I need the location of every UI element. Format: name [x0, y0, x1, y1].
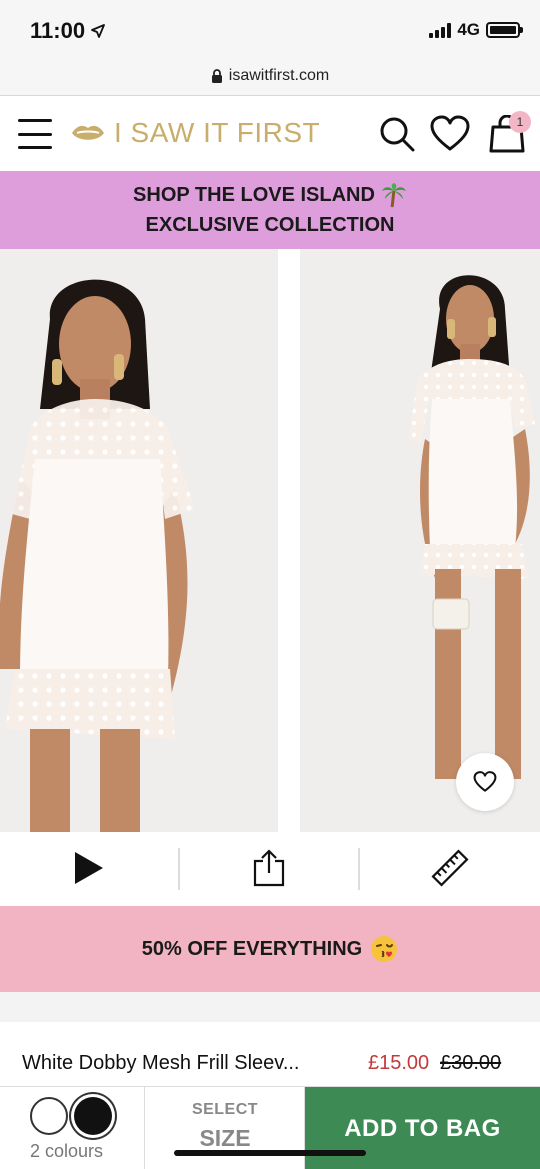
status-time: 11:00 — [30, 18, 105, 44]
colour-selector[interactable]: 2 colours — [0, 1087, 145, 1169]
search-icon[interactable] — [378, 115, 416, 153]
bag-count-badge: 1 — [509, 111, 531, 133]
kiss-emoji-icon — [371, 936, 398, 962]
size-selector-label-bottom: SIZE — [199, 1125, 251, 1151]
colour-swatch-white[interactable] — [30, 1097, 68, 1135]
sale-price: £15.00 — [368, 1052, 430, 1074]
ruler-icon — [431, 849, 469, 887]
model-front-illustration — [0, 249, 278, 832]
bag-button[interactable]: 1 — [489, 111, 531, 153]
media-toolbar — [0, 832, 540, 904]
promo-line-1: SHOP THE LOVE ISLAND — [133, 180, 407, 210]
original-price: £30.00 — [440, 1052, 502, 1074]
address-bar[interactable]: isawitfirst.com — [0, 56, 540, 96]
bottom-action-bar: 2 colours SELECT SIZE ADD TO BAG — [0, 1086, 540, 1169]
logo[interactable]: I SAW IT FIRST — [70, 117, 320, 149]
add-to-bag-button[interactable]: ADD TO BAG — [305, 1087, 540, 1169]
lock-icon — [211, 68, 222, 83]
clock: 11:00 — [30, 18, 86, 43]
home-indicator — [174, 1150, 366, 1156]
palm-tree-icon — [381, 183, 406, 208]
product-gallery[interactable] — [0, 249, 540, 832]
product-photo-front[interactable] — [0, 249, 278, 832]
site-header: I SAW IT FIRST 1 — [0, 97, 540, 171]
play-video-button[interactable] — [0, 832, 178, 904]
size-guide-button[interactable] — [360, 832, 540, 904]
colour-swatch-black[interactable] — [74, 1097, 112, 1135]
heart-icon[interactable] — [430, 115, 470, 153]
promo-banner[interactable]: SHOP THE LOVE ISLAND EXCLUSIVE COLLECTIO… — [0, 171, 540, 249]
sale-banner[interactable]: 50% OFF EVERYTHING — [0, 906, 540, 992]
product-name: White Dobby Mesh Frill Sleev... — [22, 1052, 300, 1074]
size-selector-label-top: SELECT — [191, 1101, 259, 1118]
network-type: 4G — [457, 20, 480, 39]
signal-icon — [429, 22, 452, 38]
status-indicators: 4G — [429, 20, 523, 40]
promo-line-2: EXCLUSIVE COLLECTION — [145, 214, 395, 236]
wishlist-button[interactable] — [456, 753, 514, 811]
menu-icon[interactable] — [18, 119, 52, 149]
play-icon — [75, 852, 103, 884]
product-photo-side[interactable] — [300, 249, 540, 832]
heart-icon — [473, 771, 497, 792]
share-icon — [253, 849, 285, 887]
sale-text: 50% OFF EVERYTHING — [141, 937, 363, 960]
location-arrow-icon — [91, 24, 105, 38]
logo-text: I SAW IT FIRST — [114, 117, 321, 148]
status-bar: 11:00 4G — [0, 0, 540, 56]
share-button[interactable] — [180, 832, 358, 904]
product-info: White Dobby Mesh Frill Sleev... £15.00 £… — [0, 1022, 540, 1086]
model-side-illustration — [300, 249, 540, 832]
size-selector[interactable]: SELECT SIZE — [145, 1087, 305, 1169]
section-spacer — [0, 992, 540, 1022]
url-text: isawitfirst.com — [228, 66, 330, 84]
lips-icon — [72, 125, 104, 140]
battery-icon — [486, 22, 523, 38]
colours-label: 2 colours — [30, 1141, 104, 1161]
